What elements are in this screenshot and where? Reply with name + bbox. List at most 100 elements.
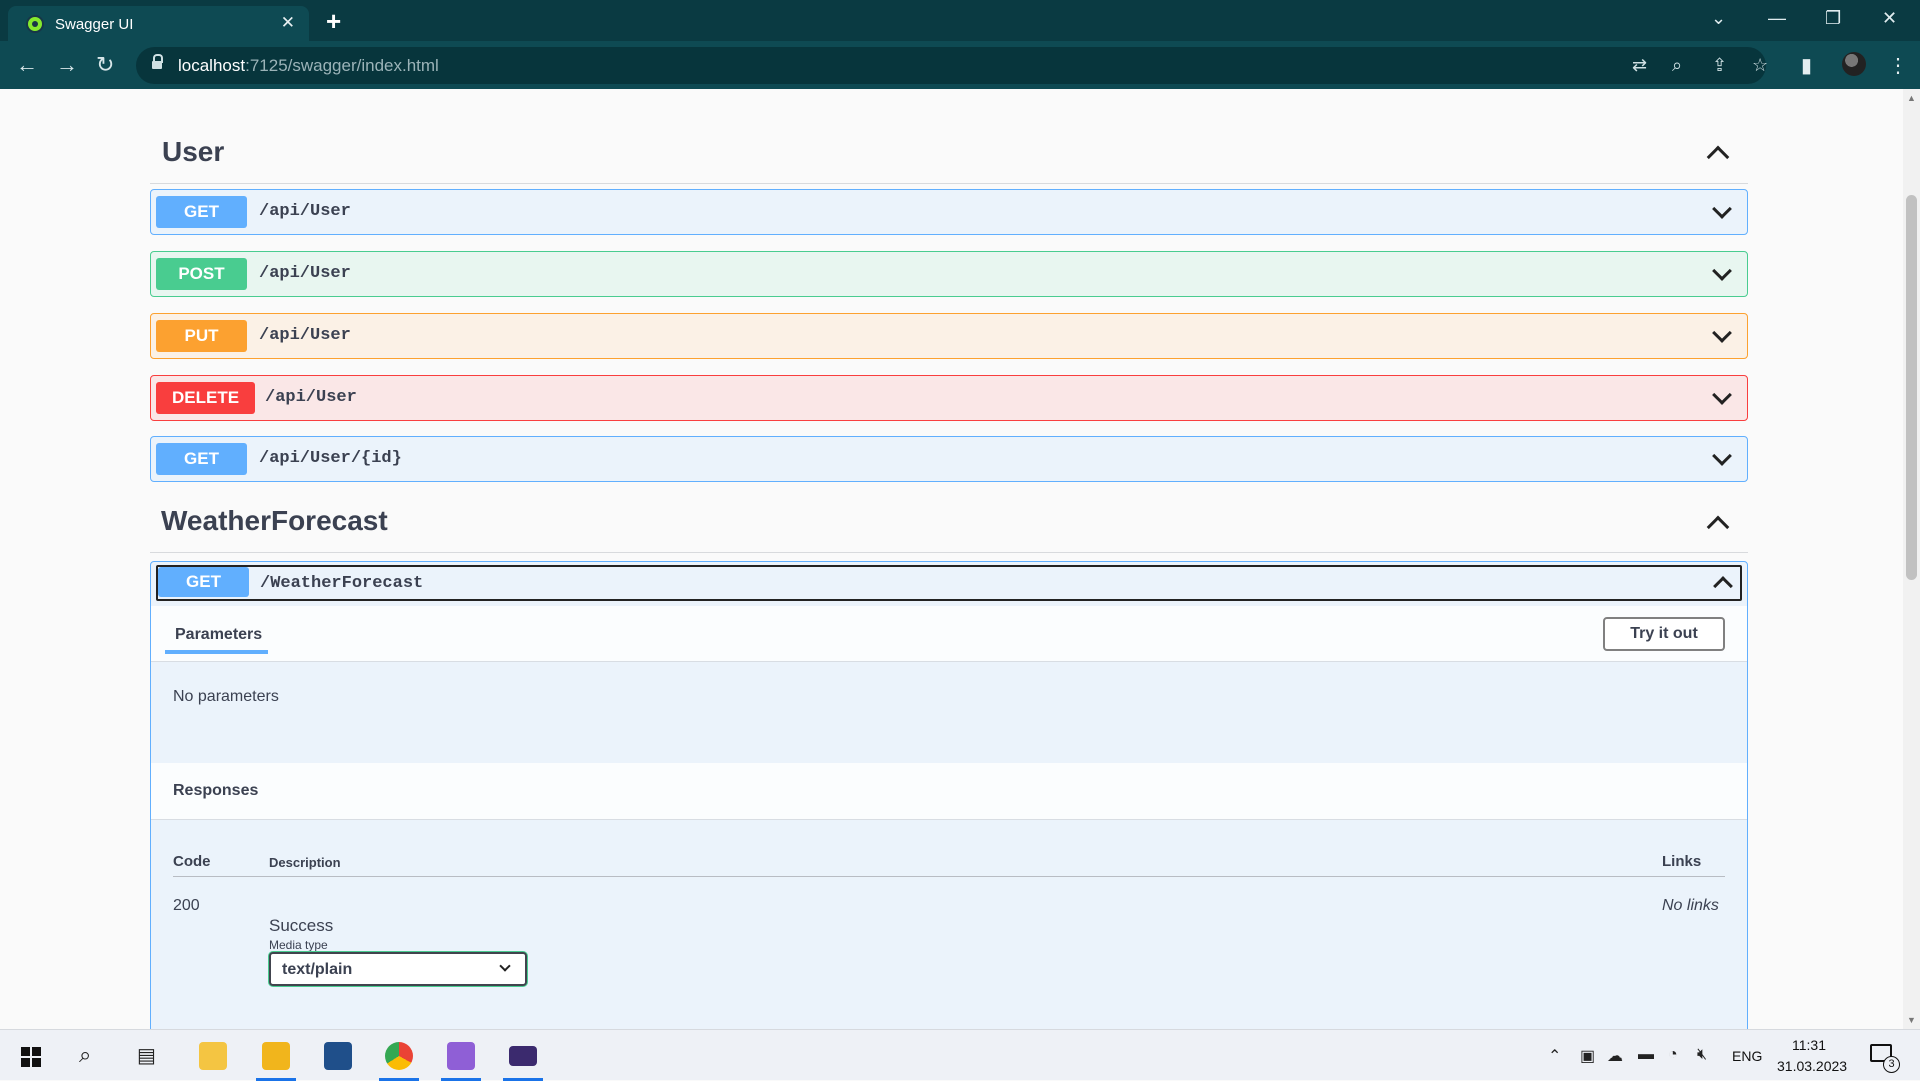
zoom-icon[interactable]: ⌕ [1672,55,1682,76]
notification-count-badge: 3 [1883,1056,1900,1073]
onedrive-cloud-icon[interactable]: ☁ [1607,1046,1623,1066]
media-type-value: text/plain [282,961,353,978]
opblock-get-api-user[interactable]: GET /api/User [150,189,1748,235]
chevron-down-icon[interactable] [1712,199,1732,219]
tab-title: Swagger UI [55,16,134,33]
menu-kebab-icon[interactable]: ⋮ [1888,53,1908,78]
method-badge: GET [156,443,247,475]
tools-icon [262,1042,290,1070]
response-links: No links [1662,897,1719,914]
tab-underline [165,650,268,654]
chevron-up-icon[interactable] [1713,576,1733,596]
chrome-icon [385,1042,413,1070]
battery-icon[interactable]: ▬ [1638,1046,1654,1064]
forward-icon[interactable]: → [56,52,78,78]
back-icon[interactable]: ← [16,52,38,78]
tools-app[interactable] [248,1030,304,1081]
scroll-up-icon[interactable]: ▲ [1907,93,1916,103]
response-code: 200 [173,897,200,914]
browser-tab-bar: Swagger UI ✕ + ⌄ — ❐ ✕ [0,0,1920,41]
profile-avatar[interactable] [1842,52,1866,76]
endpoint-path: /api/User/{id} [259,449,402,468]
opblock-post-api-user[interactable]: POST /api/User [150,251,1748,297]
media-type-select[interactable]: text/plain [269,952,527,986]
minimize-icon[interactable]: — [1768,8,1786,29]
method-badge: POST [156,258,247,290]
tag-title-weatherforecast: WeatherForecast [161,505,388,536]
no-parameters-text: No parameters [173,688,279,705]
scroll-thumb[interactable] [1906,195,1917,580]
shield-icon [324,1042,352,1070]
response-description: Success [269,916,334,935]
media-type-label: Media type [269,938,328,952]
share-icon[interactable]: ⇪ [1712,55,1727,76]
scroll-down-icon[interactable]: ▼ [1907,1015,1916,1025]
chrome-app[interactable] [371,1030,427,1081]
input-language[interactable]: ENG [1732,1048,1762,1064]
endpoint-path: /api/User [259,202,351,221]
method-badge: GET [158,567,249,597]
collapse-user-icon[interactable] [1706,145,1730,169]
opblock-put-api-user[interactable]: PUT /api/User [150,313,1748,359]
security-app[interactable] [310,1030,366,1081]
browser-tab-swagger[interactable]: Swagger UI ✕ [8,6,309,41]
chevron-down-icon[interactable] [1712,446,1732,466]
tray-chevron-up-icon[interactable]: ⌃ [1548,1046,1561,1066]
table-divider [173,876,1725,877]
lock-icon[interactable] [152,54,163,71]
page-viewport: User GET /api/User POST /api/User PUT /a… [0,89,1920,1029]
method-badge: DELETE [156,382,256,414]
meet-now-icon[interactable]: ▣ [1580,1046,1595,1066]
bookmark-star-icon[interactable]: ☆ [1752,55,1768,76]
chevron-down-icon[interactable] [1712,385,1732,405]
tab-parameters[interactable]: Parameters [175,626,262,644]
tag-section-user[interactable]: User [150,89,1748,184]
terminal-app[interactable] [495,1030,551,1081]
task-view-icon[interactable]: ▤ [137,1043,156,1068]
responses-header: Responses [151,763,1747,820]
close-window-icon[interactable]: ✕ [1882,8,1897,29]
visual-studio-app[interactable] [433,1030,489,1081]
clock-date[interactable]: 31.03.2023 [1777,1058,1847,1074]
close-icon[interactable]: ✕ [281,13,295,33]
clock-time[interactable]: 11:31 [1792,1037,1826,1053]
translate-icon[interactable]: ⇄ [1632,55,1647,76]
responses-title: Responses [173,782,259,799]
address-bar[interactable]: localhost:7125/swagger/index.html ⇄ ⌕ ⇪ … [136,47,1768,84]
restore-icon[interactable]: ❐ [1825,8,1841,29]
column-description: Description [269,855,341,870]
windows-start-icon[interactable] [21,1047,41,1067]
url-text[interactable]: localhost:7125/swagger/index.html [178,56,439,76]
tab-search-chevron-icon[interactable]: ⌄ [1711,8,1726,29]
new-tab-icon[interactable]: + [326,6,341,37]
windows-taskbar: ⌕ ▤ ⌃ ▣ ☁ ▬ ◔ 🔇︎ ENG 11:31 31.03.2023 3 [0,1029,1920,1081]
wifi-icon[interactable]: ◔ [1668,1046,1678,1064]
collapse-weatherforecast-icon[interactable] [1706,515,1730,539]
method-badge: PUT [156,320,247,352]
endpoint-path: /WeatherForecast [260,574,424,593]
reload-icon[interactable]: ↻ [96,52,114,78]
opblock-delete-api-user[interactable]: DELETE /api/User [150,375,1748,421]
folder-icon [199,1042,227,1070]
side-panel-icon[interactable]: ▮ [1801,53,1812,78]
browser-toolbar: ← → ↻ localhost:7125/swagger/index.html … [0,41,1920,89]
chevron-down-icon[interactable] [1712,323,1732,343]
parameters-header: Parameters Try it out [151,606,1747,662]
tag-section-weatherforecast[interactable]: WeatherForecast [150,489,1748,553]
terminal-icon [509,1046,537,1066]
endpoint-path: /api/User [265,388,357,407]
chevron-down-icon [499,960,511,972]
page-scrollbar[interactable]: ▲ ▼ [1903,89,1920,1029]
column-code: Code [173,853,211,870]
try-it-out-button[interactable]: Try it out [1603,617,1725,651]
chevron-down-icon[interactable] [1712,261,1732,281]
search-icon[interactable]: ⌕ [79,1042,91,1068]
volume-muted-icon[interactable]: 🔇︎ [1697,1046,1707,1064]
tag-title-user: User [162,136,225,167]
file-explorer-app[interactable] [185,1030,241,1081]
opblock-get-api-user-id[interactable]: GET /api/User/{id} [150,436,1748,482]
opblock-summary[interactable]: GET /WeatherForecast [156,565,1742,601]
column-links: Links [1662,853,1702,870]
opblock-get-weatherforecast-expanded: GET /WeatherForecast Parameters Try it o… [150,561,1748,1029]
method-badge: GET [156,196,247,228]
